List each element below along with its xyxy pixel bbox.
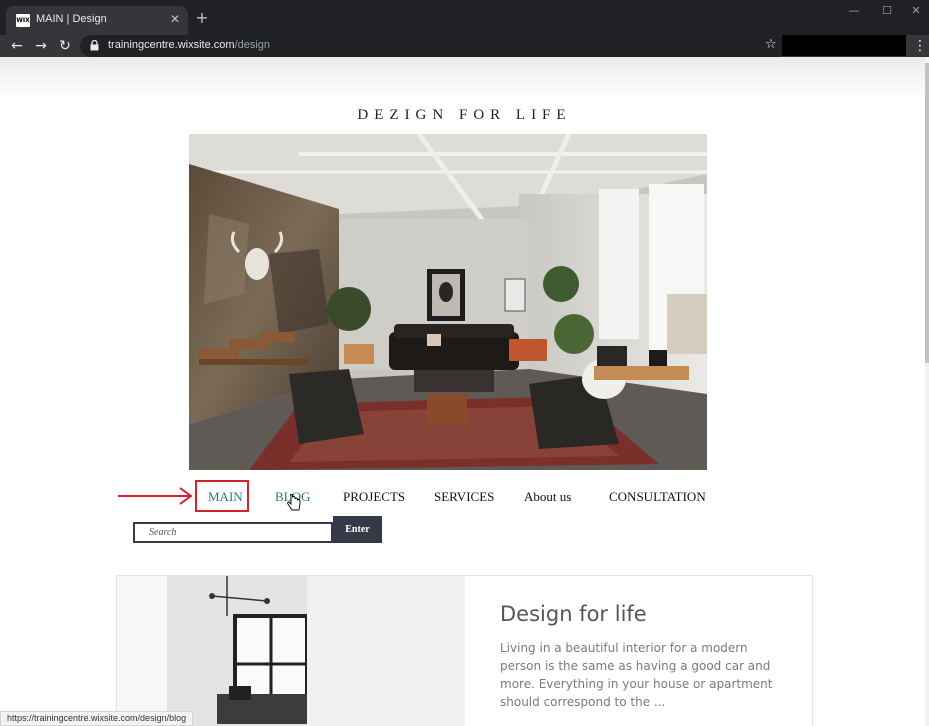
back-arrow-icon[interactable]: ←	[8, 37, 26, 55]
search-placeholder: Search	[149, 527, 177, 538]
maximize-icon[interactable]: ☐	[877, 4, 897, 18]
close-tab-icon[interactable]: ✕	[167, 11, 183, 27]
highlight-box	[195, 480, 249, 512]
search-input[interactable]: Search	[133, 522, 333, 543]
hero-image	[189, 134, 707, 470]
annotation-arrow-icon	[118, 487, 193, 505]
tab-title: MAIN | Design	[36, 13, 107, 25]
browser-menu-icon[interactable]: ⋮	[913, 37, 927, 55]
minimize-icon[interactable]: —	[844, 4, 864, 18]
browser-tab[interactable]: WIX MAIN | Design ✕	[6, 6, 188, 35]
redacted-profile-area	[782, 35, 906, 56]
nav-projects[interactable]: PROJECTS	[343, 489, 405, 505]
nav-services[interactable]: SERVICES	[434, 489, 494, 505]
hand-cursor-icon	[287, 494, 301, 511]
forward-arrow-icon[interactable]: →	[32, 37, 50, 55]
nav-about-us[interactable]: About us	[524, 489, 571, 505]
status-bar-url: https://trainingcentre.wixsite.com/desig…	[0, 711, 194, 726]
header-band	[0, 57, 929, 99]
wix-favicon-icon: WIX	[16, 14, 30, 27]
window-close-icon[interactable]: ✕	[906, 4, 926, 18]
nav-consultation[interactable]: CONSULTATION	[609, 489, 706, 505]
page-scrollbar[interactable]	[925, 57, 929, 726]
blog-post-image	[117, 576, 465, 726]
address-bar[interactable]: trainingcentre.wixsite.com/design ☆	[80, 35, 788, 57]
blog-post-card[interactable]: Design for life Living in a beautiful in…	[116, 575, 813, 726]
site-title[interactable]: DEZIGN FOR LIFE	[0, 107, 929, 124]
new-tab-icon[interactable]: +	[194, 10, 210, 26]
web-page: DEZIGN FOR LIFE MAIN PROJECTS SERVICES A…	[0, 57, 929, 726]
url-host: trainingcentre.wixsite.com	[108, 39, 235, 51]
lock-icon	[90, 40, 99, 51]
bookmark-star-icon[interactable]: ☆	[765, 37, 777, 52]
url-path: /design	[234, 39, 271, 51]
browser-tab-strip: WIX MAIN | Design ✕ + — ☐ ✕	[0, 0, 929, 35]
url-text: trainingcentre.wixsite.com/design	[108, 39, 270, 51]
reload-icon[interactable]: ↻	[56, 37, 74, 55]
search-enter-button[interactable]: Enter	[333, 516, 382, 543]
blog-post-excerpt: Living in a beautiful interior for a mod…	[500, 641, 773, 709]
blog-post-title[interactable]: Design for life	[500, 602, 647, 626]
